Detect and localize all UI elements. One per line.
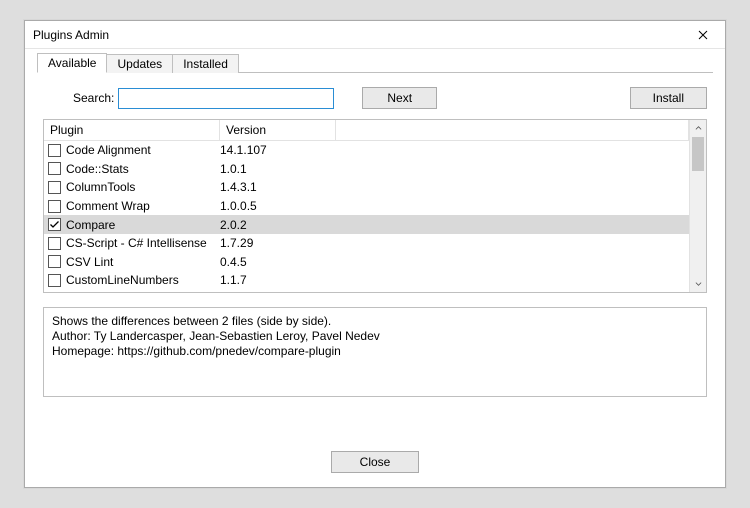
tab-updates[interactable]: Updates [106,54,173,73]
plugins-admin-dialog: Plugins Admin AvailableUpdatesInstalled … [24,20,726,488]
scroll-down-icon[interactable] [690,275,706,292]
description-line: Homepage: https://github.com/pnedev/comp… [52,344,698,359]
install-button[interactable]: Install [630,87,707,109]
plugin-name: Comment Wrap [66,199,220,213]
dialog-body: AvailableUpdatesInstalled Search: Next I… [25,49,725,487]
plugin-name: ColumnTools [66,180,220,194]
tab-installed[interactable]: Installed [172,54,239,73]
checkbox[interactable] [48,218,61,231]
checkbox[interactable] [48,274,61,287]
plugin-version: 1.4.3.1 [220,180,689,194]
toolbar: Search: Next Install [43,87,707,109]
description-box: Shows the differences between 2 files (s… [43,307,707,397]
plugin-version: 1.0.1 [220,162,689,176]
plugin-name: CS-Script - C# Intellisense [66,236,220,250]
plugin-name: Code Alignment [66,143,220,157]
plugin-name: Code::Stats [66,162,220,176]
table-row[interactable]: Compare2.0.2 [44,215,689,234]
scroll-up-icon[interactable] [690,120,706,137]
table-row[interactable]: Comment Wrap1.0.0.5 [44,197,689,216]
plugin-version: 1.0.0.5 [220,199,689,213]
scrollbar-thumb[interactable] [692,137,704,171]
description-line: Author: Ty Landercasper, Jean-Sebastien … [52,329,698,344]
close-button[interactable]: Close [331,451,420,473]
plugin-name: Compare [66,218,220,232]
title-bar: Plugins Admin [25,21,725,49]
vertical-scrollbar[interactable] [689,120,706,292]
checkbox[interactable] [48,200,61,213]
column-header-version[interactable]: Version [220,120,336,141]
tab-available[interactable]: Available [37,53,107,73]
checkbox[interactable] [48,144,61,157]
checkbox[interactable] [48,181,61,194]
table-row[interactable]: CS-Script - C# Intellisense1.7.29 [44,234,689,253]
table-row[interactable]: CustomLineNumbers1.1.7 [44,271,689,290]
plugin-version: 2.0.2 [220,218,689,232]
next-button[interactable]: Next [362,87,437,109]
plugin-version: 1.7.29 [220,236,689,250]
plugin-list: Plugin Version Code Alignment14.1.107Cod… [43,119,707,293]
plugin-name: CSV Lint [66,255,220,269]
window-title: Plugins Admin [33,28,687,42]
plugin-version: 0.4.5 [220,255,689,269]
column-header-spacer [336,120,689,141]
scrollbar-track[interactable] [690,137,706,275]
search-label: Search: [73,91,114,105]
checkbox[interactable] [48,237,61,250]
checkbox[interactable] [48,162,61,175]
table-row[interactable]: Code Alignment14.1.107 [44,141,689,160]
description-line: Shows the differences between 2 files (s… [52,314,698,329]
table-row[interactable]: Code::Stats1.0.1 [44,160,689,179]
checkbox[interactable] [48,255,61,268]
plugin-version: 14.1.107 [220,143,689,157]
list-header: Plugin Version [44,120,689,141]
plugin-name: CustomLineNumbers [66,273,220,287]
footer: Close [37,431,713,481]
tab-strip: AvailableUpdatesInstalled [37,53,713,73]
table-row[interactable]: CSV Lint0.4.5 [44,253,689,272]
plugin-version: 1.1.7 [220,273,689,287]
close-icon[interactable] [687,24,719,46]
search-input[interactable] [118,88,334,109]
column-header-plugin[interactable]: Plugin [44,120,220,141]
table-row[interactable]: ColumnTools1.4.3.1 [44,178,689,197]
